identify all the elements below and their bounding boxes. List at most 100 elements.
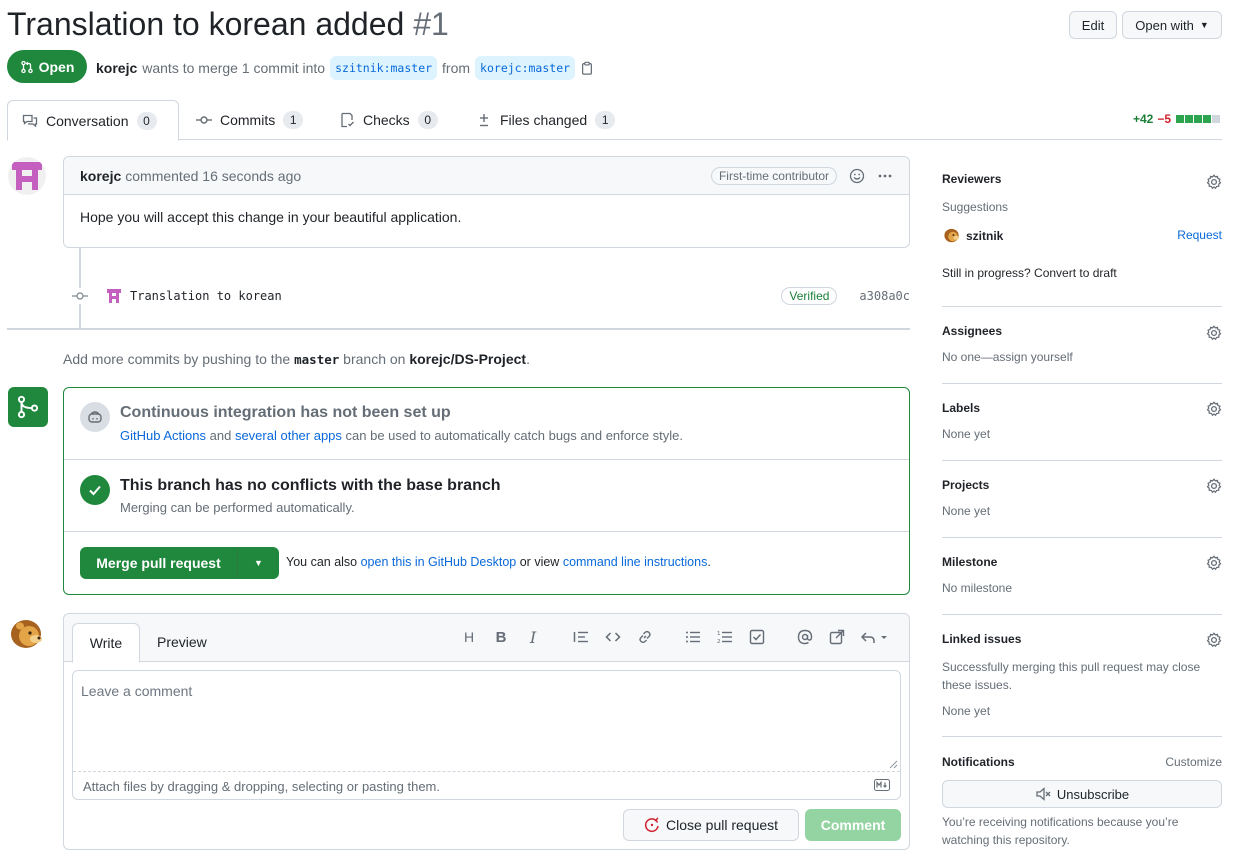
projects-title[interactable]: Projects (942, 478, 1222, 492)
resize-handle-icon[interactable] (888, 759, 898, 769)
code-icon[interactable] (604, 628, 622, 646)
kebab-horizontal-icon[interactable] (877, 168, 893, 184)
suggested-reviewer-name[interactable]: szitnik (966, 229, 1003, 243)
bold-icon[interactable]: B (492, 628, 510, 646)
comment-button[interactable]: Comment (805, 809, 901, 841)
pr-title: Translation to korean added #1 (7, 2, 449, 46)
tab-files-changed[interactable]: Files changed 1 (476, 100, 616, 140)
open-with-button[interactable]: Open with ▼ (1122, 11, 1222, 39)
tab-commits-count: 1 (283, 111, 304, 129)
other-apps-link[interactable]: several other apps (235, 428, 342, 443)
check-circle (80, 475, 110, 505)
edit-button[interactable]: Edit (1069, 11, 1117, 39)
tab-commits[interactable]: Commits 1 (196, 100, 304, 140)
notifications-section: Notifications Customize Unsubscribe You’… (942, 755, 1222, 850)
pr-state-badge: Open (7, 50, 87, 83)
diffstat: +42 −5 (1133, 112, 1220, 126)
pr-tabs: Conversation 0 Commits 1 Checks 0 Files … (7, 100, 1222, 141)
unsubscribe-button[interactable]: Unsubscribe (942, 780, 1222, 808)
milestone-title[interactable]: Milestone (942, 555, 1222, 569)
gear-icon[interactable] (1206, 401, 1222, 417)
merge-button-group: Merge pull request ▼ (80, 547, 279, 579)
current-user-avatar[interactable] (6, 614, 48, 656)
ci-and: and (209, 428, 232, 443)
preview-tab[interactable]: Preview (157, 634, 207, 650)
quote-icon[interactable] (572, 628, 590, 646)
author-avatar[interactable] (8, 157, 46, 195)
ci-title: Continuous integration has not been set … (120, 404, 451, 421)
projects-section: Projects None yet (942, 478, 1222, 518)
diffstat-box-add (1176, 115, 1184, 123)
write-tab[interactable]: Write (72, 623, 140, 663)
new-comment-form: Write Preview H B I 12 Leave a comment A… (63, 613, 910, 850)
reviewers-title[interactable]: Reviewers (942, 172, 1222, 186)
linked-issues-section: Linked issues Successfully merging this … (942, 632, 1222, 722)
conflict-title: This branch has no conflicts with the ba… (120, 477, 501, 494)
commit-message[interactable]: Translation to korean (130, 289, 282, 303)
copy-icon[interactable] (580, 61, 594, 75)
identicon-small-icon[interactable] (106, 288, 122, 304)
comment-body: Hope you will accept this change in your… (80, 209, 462, 225)
reply-icon[interactable] (860, 628, 890, 646)
link-icon[interactable] (636, 628, 654, 646)
diffstat-box-add (1194, 115, 1202, 123)
gear-icon[interactable] (1206, 478, 1222, 494)
open-with-label: Open with (1135, 17, 1194, 33)
gear-icon[interactable] (1206, 325, 1222, 341)
comment-textarea[interactable]: Leave a comment (73, 671, 900, 772)
close-pull-request-button[interactable]: Close pull request (623, 809, 799, 841)
conflict-section: This branch has no conflicts with the ba… (64, 460, 909, 532)
gear-icon[interactable] (1206, 174, 1222, 190)
customize-link[interactable]: Customize (1165, 755, 1222, 769)
git-merge-icon (17, 395, 39, 419)
ci-robot-icon (88, 411, 102, 423)
comment-author[interactable]: korejc (80, 168, 121, 184)
assignees-title[interactable]: Assignees (942, 324, 1222, 338)
gear-icon[interactable] (1206, 555, 1222, 571)
first-time-contributor-badge: First-time contributor (710, 166, 837, 185)
markdown-icon[interactable] (874, 779, 890, 791)
base-branch[interactable]: szitnik:master (330, 56, 438, 80)
labels-title[interactable]: Labels (942, 401, 1222, 415)
sidebar-divider (942, 306, 1222, 307)
push-hint-suffix: . (526, 351, 530, 367)
ordered-list-icon[interactable]: 12 (716, 628, 734, 646)
assignees-text[interactable]: No one—assign yourself (942, 350, 1073, 364)
smiley-icon[interactable] (849, 168, 865, 184)
italic-icon[interactable]: I (524, 628, 542, 647)
mention-icon[interactable] (796, 628, 814, 646)
diffstat-box-add (1185, 115, 1193, 123)
pr-author-link[interactable]: korejc (96, 58, 137, 78)
ci-rest: can be used to automatically catch bugs … (345, 428, 684, 443)
tab-files-changed-count: 1 (595, 111, 616, 129)
also-text: You can also (286, 555, 358, 569)
heading-icon[interactable]: H (460, 628, 478, 646)
diffstat-bar (1175, 115, 1220, 123)
comment-time[interactable]: commented 16 seconds ago (125, 168, 301, 184)
close-pull-request-label: Close pull request (665, 817, 779, 833)
push-hint-repo[interactable]: korejc/DS-Project (409, 351, 526, 367)
verified-badge[interactable]: Verified (781, 287, 838, 305)
commit-sha[interactable]: a308a0c (859, 289, 910, 303)
cli-instructions-link[interactable]: command line instructions (563, 555, 708, 569)
convert-to-draft-link[interactable]: Still in progress? Convert to draft (942, 266, 1117, 280)
attach-files-text[interactable]: Attach files by dragging & dropping, sel… (83, 779, 440, 794)
caret-down-icon: ▼ (1199, 20, 1209, 30)
assignees-section: Assignees No one—assign yourself (942, 324, 1222, 364)
tab-conversation[interactable]: Conversation 0 (7, 100, 179, 141)
unordered-list-icon[interactable] (684, 628, 702, 646)
cross-reference-icon[interactable] (828, 628, 846, 646)
pull-request-icon (20, 60, 33, 73)
head-branch[interactable]: korejc:master (475, 56, 576, 80)
merge-options-dropdown[interactable]: ▼ (237, 547, 279, 579)
task-list-icon[interactable] (748, 628, 766, 646)
merge-pull-request-button[interactable]: Merge pull request (80, 547, 237, 579)
merge-box: Continuous integration has not been set … (63, 387, 910, 595)
linked-issues-title[interactable]: Linked issues (942, 632, 1222, 646)
github-actions-link[interactable]: GitHub Actions (120, 428, 206, 443)
github-desktop-link[interactable]: open this in GitHub Desktop (361, 555, 517, 569)
gear-icon[interactable] (1206, 632, 1222, 648)
tab-checks[interactable]: Checks 0 (339, 100, 438, 140)
linked-issues-text: Successfully merging this pull request m… (942, 660, 1201, 692)
request-review-link[interactable]: Request (1177, 228, 1222, 242)
